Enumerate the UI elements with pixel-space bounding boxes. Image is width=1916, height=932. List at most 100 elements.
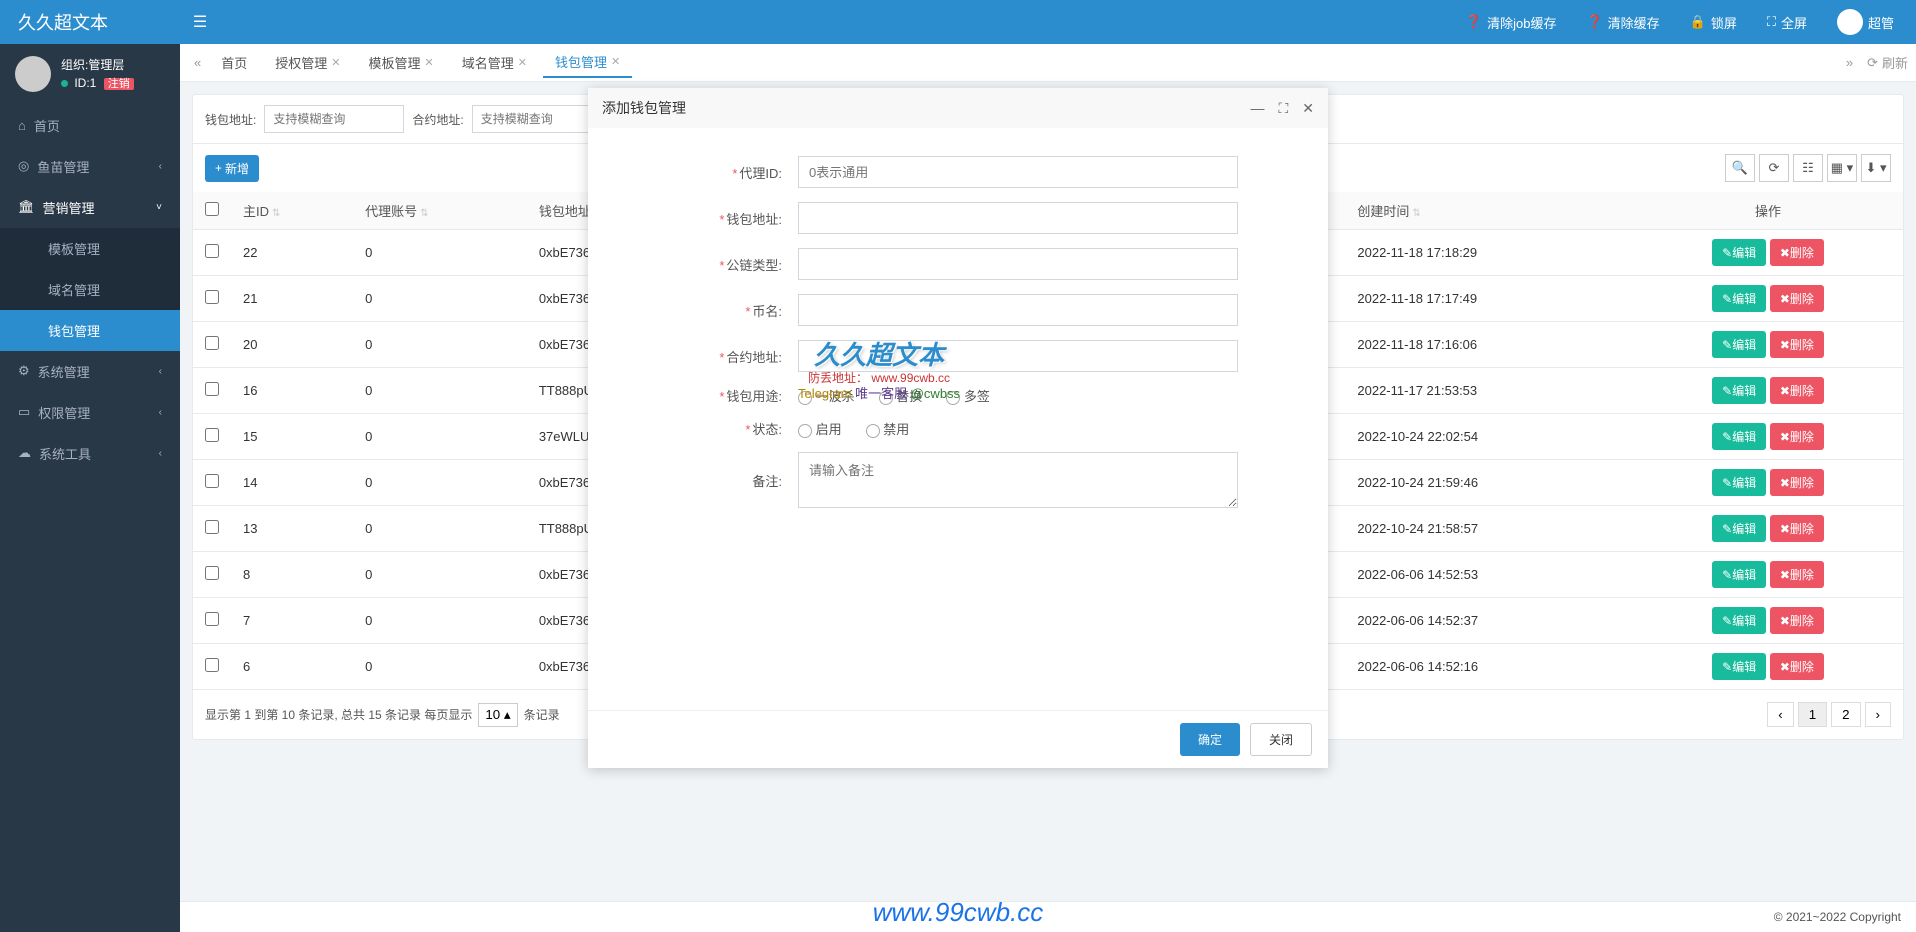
plus-icon: +	[215, 161, 222, 175]
cell-agent: 0	[353, 552, 527, 598]
tab-auth[interactable]: 授权管理✕	[263, 48, 352, 77]
lock-icon: 🔒	[1690, 14, 1706, 30]
wallet-filter-input[interactable]	[264, 105, 404, 133]
delete-button[interactable]: ✖删除	[1770, 377, 1824, 404]
nav-domain[interactable]: 域名管理	[0, 269, 180, 310]
menu-toggle-icon[interactable]: ☰	[180, 12, 220, 32]
edit-button[interactable]: ✎编辑	[1712, 239, 1766, 266]
clear-job-button[interactable]: ❓清除job缓存	[1454, 0, 1569, 44]
status-enabled-radio[interactable]: 启用	[798, 419, 842, 438]
tab-domain[interactable]: 域名管理✕	[450, 48, 539, 77]
usage-multi-radio[interactable]: 多签	[946, 386, 990, 405]
logout-button[interactable]: 注销	[104, 78, 134, 90]
page-2[interactable]: 2	[1831, 702, 1860, 727]
delete-button[interactable]: ✖删除	[1770, 331, 1824, 358]
delete-button[interactable]: ✖删除	[1770, 469, 1824, 496]
close-icon[interactable]: ✕	[331, 56, 340, 69]
delete-button[interactable]: ✖删除	[1770, 607, 1824, 634]
minimize-icon[interactable]: —	[1250, 100, 1264, 117]
ok-button[interactable]: 确定	[1180, 723, 1240, 756]
sort-icon[interactable]: ⇅	[420, 208, 428, 219]
edit-button[interactable]: ✎编辑	[1712, 469, 1766, 496]
refresh-button[interactable]: ⟳刷新	[1867, 53, 1908, 72]
delete-button[interactable]: ✖删除	[1770, 515, 1824, 542]
edit-button[interactable]: ✎编辑	[1712, 377, 1766, 404]
delete-button[interactable]: ✖删除	[1770, 561, 1824, 588]
usage-replace-radio[interactable]: 替换	[879, 386, 923, 405]
remark-textarea[interactable]	[798, 452, 1238, 508]
cell-agent: 0	[353, 276, 527, 322]
tabs-prev-icon[interactable]: «	[188, 55, 207, 70]
status-disabled-radio[interactable]: 禁用	[866, 419, 910, 438]
add-wallet-modal: 添加钱包管理 — ⛶ ✕ *代理ID: *钱包地址: *公链类型: *币名: *…	[588, 88, 1328, 768]
cancel-button[interactable]: 关闭	[1250, 723, 1312, 756]
edit-button[interactable]: ✎编辑	[1712, 653, 1766, 680]
fullscreen-button[interactable]: ⛶全屏	[1755, 0, 1819, 44]
edit-button[interactable]: ✎编辑	[1712, 331, 1766, 358]
chain-type-input[interactable]	[798, 248, 1238, 280]
page-prev[interactable]: ‹	[1767, 702, 1793, 727]
cell-id: 15	[231, 414, 353, 460]
lock-button[interactable]: 🔒锁屏	[1678, 0, 1749, 44]
cell-id: 20	[231, 322, 353, 368]
close-icon[interactable]: ✕	[425, 56, 434, 69]
nav-home[interactable]: ⌂首页	[0, 105, 180, 146]
row-checkbox[interactable]	[205, 520, 219, 534]
delete-button[interactable]: ✖删除	[1770, 423, 1824, 450]
per-page-select[interactable]: 10 ▴	[478, 703, 517, 727]
nav-wallet[interactable]: 钱包管理	[0, 310, 180, 351]
row-checkbox[interactable]	[205, 336, 219, 350]
row-checkbox[interactable]	[205, 566, 219, 580]
tab-wallet[interactable]: 钱包管理✕	[543, 47, 632, 78]
edit-button[interactable]: ✎编辑	[1712, 561, 1766, 588]
close-icon[interactable]: ✕	[518, 56, 527, 69]
nav-system[interactable]: ⚙系统管理‹	[0, 351, 180, 392]
select-all-checkbox[interactable]	[205, 202, 219, 216]
columns-icon[interactable]: ▦ ▾	[1827, 154, 1857, 182]
search-icon[interactable]: 🔍	[1725, 154, 1755, 182]
edit-button[interactable]: ✎编辑	[1712, 423, 1766, 450]
row-checkbox[interactable]	[205, 658, 219, 672]
row-checkbox[interactable]	[205, 382, 219, 396]
page-1[interactable]: 1	[1798, 702, 1827, 727]
refresh-icon[interactable]: ⟳	[1759, 154, 1789, 182]
tab-home[interactable]: 首页	[209, 48, 259, 77]
delete-button[interactable]: ✖删除	[1770, 285, 1824, 312]
row-checkbox[interactable]	[205, 290, 219, 304]
add-button[interactable]: +新增	[205, 155, 259, 182]
edit-button[interactable]: ✎编辑	[1712, 515, 1766, 542]
sort-icon[interactable]: ⇅	[1412, 208, 1420, 219]
wallet-address-input[interactable]	[798, 202, 1238, 234]
coin-name-input[interactable]	[798, 294, 1238, 326]
agent-id-input[interactable]	[798, 156, 1238, 188]
nav-template[interactable]: 模板管理	[0, 228, 180, 269]
page-next[interactable]: ›	[1865, 702, 1891, 727]
close-icon[interactable]: ✕	[611, 55, 620, 68]
export-icon[interactable]: ⬇ ▾	[1861, 154, 1891, 182]
delete-button[interactable]: ✖删除	[1770, 653, 1824, 680]
nav-perm[interactable]: ▭权限管理‹	[0, 392, 180, 433]
nav-fish[interactable]: ◎鱼苗管理‹	[0, 146, 180, 187]
edit-button[interactable]: ✎编辑	[1712, 285, 1766, 312]
delete-button[interactable]: ✖删除	[1770, 239, 1824, 266]
usage-kill-radio[interactable]: 一波杀	[798, 386, 855, 405]
user-menu[interactable]: 超管	[1825, 0, 1906, 44]
chevron-left-icon: ‹	[159, 161, 162, 172]
contract-address-input[interactable]	[798, 340, 1238, 372]
row-checkbox[interactable]	[205, 428, 219, 442]
row-checkbox[interactable]	[205, 612, 219, 626]
close-icon[interactable]: ✕	[1302, 100, 1314, 117]
toggle-icon[interactable]: ☷	[1793, 154, 1823, 182]
cell-id: 22	[231, 230, 353, 276]
nav-tools[interactable]: ☁系统工具‹	[0, 433, 180, 474]
clear-cache-button[interactable]: ❓清除缓存	[1574, 0, 1671, 44]
edit-button[interactable]: ✎编辑	[1712, 607, 1766, 634]
maximize-icon[interactable]: ⛶	[1278, 100, 1288, 117]
cell-agent: 0	[353, 506, 527, 552]
row-checkbox[interactable]	[205, 244, 219, 258]
nav-marketing[interactable]: 🏛营销管理˅	[0, 187, 180, 228]
sort-icon[interactable]: ⇅	[272, 208, 280, 219]
tab-template[interactable]: 模板管理✕	[356, 48, 445, 77]
row-checkbox[interactable]	[205, 474, 219, 488]
tabs-next-icon[interactable]: »	[1840, 55, 1859, 70]
